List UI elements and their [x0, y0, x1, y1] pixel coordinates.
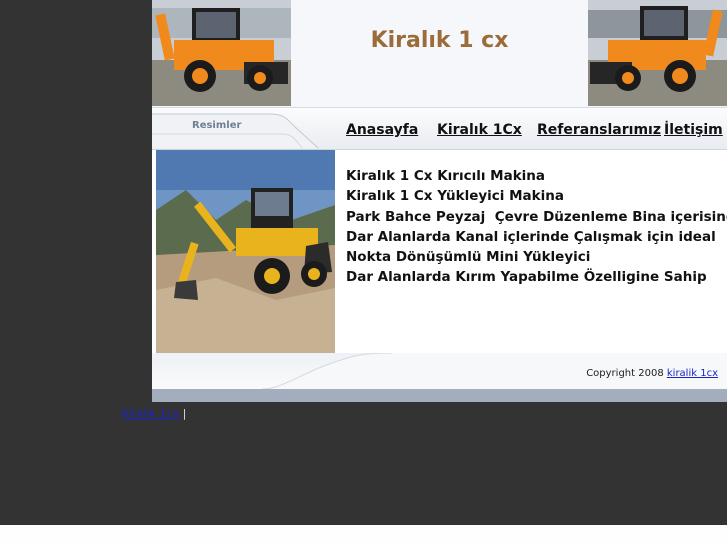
nav-home[interactable]: Anasayfa [346, 122, 418, 138]
outer-footer-link[interactable]: Kiralık 1cx [122, 407, 179, 420]
tab-decoration [152, 113, 319, 149]
content-machine-photo [156, 150, 335, 353]
outer-footer: Kiralık 1cx | [122, 407, 186, 420]
footer: Copyright 2008 kiralik 1cx [152, 353, 727, 389]
main-navigation: Resimler Anasayfa Kiralık 1Cx Referansla… [152, 107, 727, 150]
feature-item: Nokta Dönüşümlü Mini Yükleyici [346, 249, 591, 266]
bottom-bar [152, 389, 727, 402]
nav-rental-1cx[interactable]: Kiralık 1Cx [437, 122, 522, 138]
feature-item: Dar Alanlarda Kırım Yapabilme Özelligine… [346, 269, 707, 286]
header-machine-photo-left [152, 0, 291, 106]
feature-item: Park Bahce Peyzaj Çevre Düzenleme Bina i… [346, 208, 727, 225]
nav-contact[interactable]: İletişim [664, 122, 723, 138]
feature-item: Dar Alanlarda Kanal içlerinde Çalışmak i… [346, 228, 716, 245]
pictures-tab[interactable]: Resimler [192, 120, 241, 131]
outer-footer-separator: | [182, 407, 187, 420]
site-container: Kiralık 1 cx Resimler Anasayfa Kiralık 1… [152, 0, 727, 402]
feature-item: Kiralık 1 Cx Yükleyici Makina [346, 188, 564, 205]
backhoe-loader-icon [152, 0, 291, 106]
feature-list: Kiralık 1 Cx Kırıcılı Makina Kiralık 1 C… [346, 166, 727, 288]
header: Kiralık 1 cx [152, 0, 727, 107]
backhoe-loader-icon [588, 0, 727, 106]
copyright: Copyright 2008 kiralik 1cx [586, 368, 718, 379]
backhoe-excavator-icon [156, 150, 335, 353]
header-machine-photo-right [588, 0, 727, 106]
site-title: Kiralık 1 cx [370, 28, 509, 53]
copyright-link[interactable]: kiralik 1cx [667, 368, 718, 379]
nav-references[interactable]: Referanslarımız [537, 122, 661, 138]
feature-item: Kiralık 1 Cx Kırıcılı Makina [346, 168, 546, 184]
copyright-text: Copyright 2008 [586, 368, 664, 379]
